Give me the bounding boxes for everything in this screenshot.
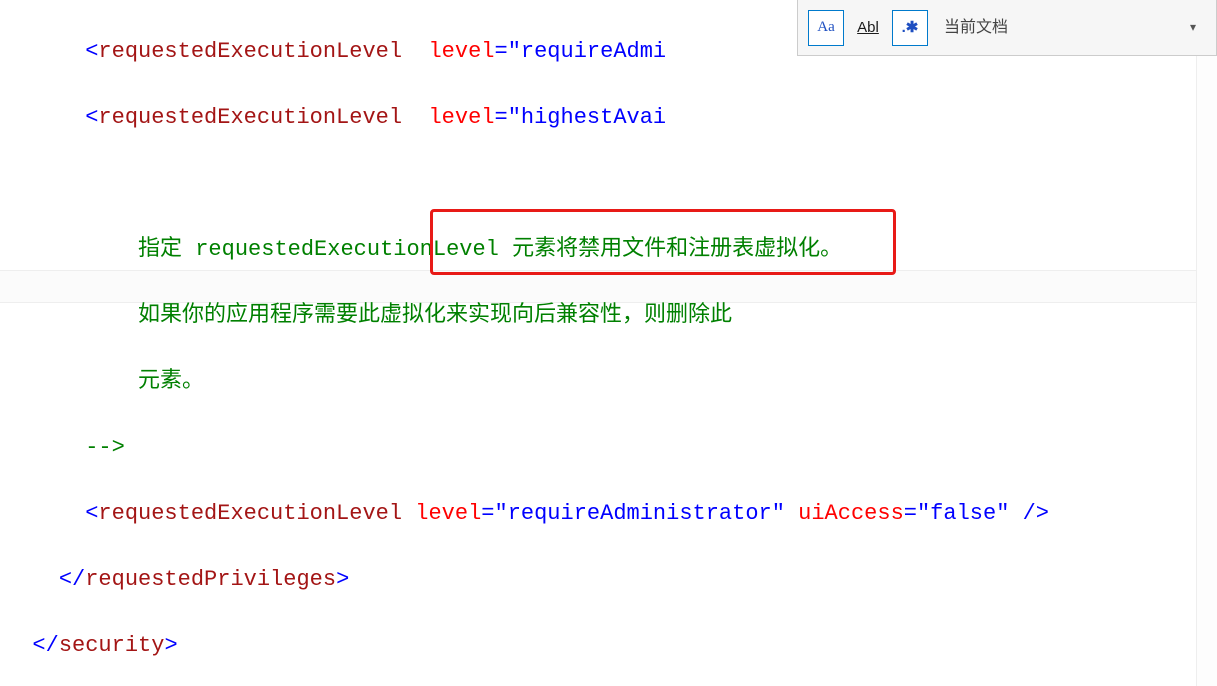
match-whole-word-button[interactable]: Abl bbox=[850, 10, 886, 46]
code-line: </security> bbox=[6, 629, 1217, 662]
code-editor[interactable]: <requestedExecutionLevel level="requireA… bbox=[0, 0, 1217, 686]
code-line: 元素。 bbox=[6, 365, 1217, 398]
whole-word-icon: Abl bbox=[857, 11, 879, 44]
code-line: <requestedExecutionLevel level="requireA… bbox=[6, 497, 1217, 530]
search-scope-label: 当前文档 bbox=[944, 11, 1008, 44]
code-line: --> bbox=[6, 431, 1217, 464]
code-line: <requestedExecutionLevel level="highestA… bbox=[6, 101, 1217, 134]
code-line bbox=[6, 167, 1217, 200]
find-options-toolbar: Aa Abl .✱ 当前文档 ▾ bbox=[797, 0, 1217, 56]
code-line: </requestedPrivileges> bbox=[6, 563, 1217, 596]
scrollbar-area[interactable] bbox=[1196, 56, 1217, 686]
use-regex-button[interactable]: .✱ bbox=[892, 10, 928, 46]
code-line: 指定 requestedExecutionLevel 元素将禁用文件和注册表虚拟… bbox=[6, 233, 1217, 266]
chevron-down-icon: ▾ bbox=[1190, 11, 1196, 44]
code-line: 如果你的应用程序需要此虚拟化来实现向后兼容性，则删除此 bbox=[6, 299, 1217, 332]
match-case-button[interactable]: Aa bbox=[808, 10, 844, 46]
search-scope-select[interactable]: 当前文档 ▾ bbox=[934, 11, 1206, 45]
match-case-icon: Aa bbox=[817, 11, 835, 44]
regex-icon: .✱ bbox=[902, 11, 919, 44]
